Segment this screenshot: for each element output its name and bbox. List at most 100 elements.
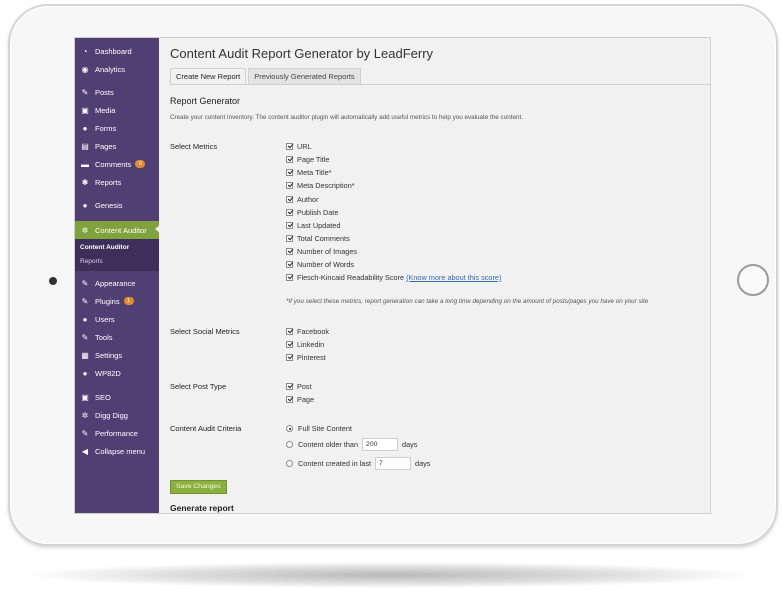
analytics-icon: ◉ [81,64,89,74]
sidebar-item-collapse-menu[interactable]: ◀ Collapse menu [75,443,159,459]
checkbox[interactable] [286,169,293,176]
comments-count-badge: 0 [135,160,146,168]
social-option[interactable]: Pinterest [286,352,326,363]
checkbox[interactable] [286,143,293,150]
radio-button[interactable] [286,440,293,448]
option-label: Meta Title* [297,168,332,177]
radio-button[interactable] [286,459,293,467]
checkbox[interactable] [286,328,293,335]
older-than-days-input[interactable]: 200 [362,437,399,451]
metric-option[interactable]: URL [286,141,312,152]
sidebar-item-label: Users [95,314,115,324]
criteria-older-than-option[interactable]: Content older than 200 days [286,437,417,451]
sidebar-item-digg-digg[interactable]: ✲ Digg Digg [75,407,159,423]
social-option[interactable]: Linkedin [286,339,324,350]
criteria-created-in-last-option[interactable]: Content created in last 7 days [286,456,430,470]
checkbox[interactable] [286,182,293,189]
gear-icon: ✲ [81,225,89,235]
sidebar-item-label: Reports [95,177,122,187]
sidebar-item-label: Dashboard [95,46,132,56]
sidebar-item-label: Analytics [95,64,126,74]
sidebar-item-analytics[interactable]: ◉ Analytics [75,61,159,77]
sidebar-item-reports[interactable]: ✱ Reports [75,174,159,190]
screen: ◔ Dashboard ◉ Analytics ✎ Posts ▣ Media ● For… [74,37,711,514]
tablet-shadow [30,562,750,588]
save-changes-button[interactable]: Save Changes [170,480,227,494]
checkbox[interactable] [286,383,293,390]
sidebar-item-seo[interactable]: ▣ SEO [75,389,159,405]
option-label: Content older than [298,439,359,449]
digg-icon: ✲ [81,410,89,420]
sidebar-item-tools[interactable]: ✎ Tools [75,329,159,345]
post-type-option[interactable]: Post [286,381,312,392]
performance-icon: ✎ [81,428,89,438]
option-label: Linkedin [297,340,325,349]
tab-create-new-report[interactable]: Create New Report [170,68,247,85]
option-label: Last Updated [297,221,341,230]
sidebar-item-media[interactable]: ▣ Media [75,102,159,118]
tab-previously-generated-reports[interactable]: Previously Generated Reports [248,68,361,85]
readability-info-link[interactable]: (Know more about this score) [406,273,501,282]
metric-option[interactable]: Author [286,194,319,205]
metric-option[interactable]: Publish Date [286,207,338,218]
option-label: Author [297,195,319,204]
sidebar-item-users[interactable]: ● Users [75,311,159,327]
criteria-full-site-option[interactable]: Full Site Content [286,423,352,434]
sidebar-item-forms[interactable]: ● Forms [75,120,159,136]
sidebar-item-wp82d[interactable]: ● WP82D [75,365,159,381]
sidebar-item-appearance[interactable]: ✎ Appearance [75,275,159,291]
sidebar-item-label: Media [95,105,116,115]
metric-option[interactable]: Meta Title* [286,167,331,178]
checkbox[interactable] [286,274,293,281]
radio-button[interactable] [286,425,293,432]
social-option[interactable]: Facebook [286,326,329,337]
checkbox[interactable] [286,235,293,242]
admin-sidebar: ◔ Dashboard ◉ Analytics ✎ Posts ▣ Media ● For… [75,38,160,513]
sidebar-item-performance[interactable]: ✎ Performance [75,425,159,441]
option-label: URL [297,142,312,151]
home-button[interactable] [737,264,769,296]
tools-icon: ✎ [81,332,89,342]
checkbox[interactable] [286,261,293,268]
created-in-last-days-input[interactable]: 7 [375,456,412,470]
sidebar-item-dashboard[interactable]: ◔ Dashboard [75,43,159,59]
submenu-item-reports[interactable]: Reports [80,258,103,265]
submenu-item-content-auditor[interactable]: Content Auditor [80,244,129,251]
metric-option[interactable]: Last Updated [286,220,340,231]
sidebar-item-settings[interactable]: ▦ Settings [75,347,159,363]
comments-icon: ▬ [81,159,89,169]
checkbox[interactable] [286,222,293,229]
sidebar-item-label: Tools [95,332,113,342]
plugins-count-badge: 1 [123,297,134,305]
sidebar-item-pages[interactable]: ▤ Pages [75,138,159,154]
sidebar-item-label: Collapse menu [95,446,146,456]
sidebar-item-plugins[interactable]: ✎ Plugins 1 [75,293,159,309]
reports-icon: ✱ [81,177,89,187]
tab-bar: Create New Report Previously Generated R… [170,68,363,85]
metric-option[interactable]: Total Comments [286,233,350,244]
metrics-note: *If you select these metrics, report gen… [286,298,649,305]
sidebar-item-genesis[interactable]: ● Genesis [75,197,159,213]
metric-option[interactable]: Number of Images [286,246,357,257]
metric-option[interactable]: Number of Words [286,259,354,270]
metric-option[interactable]: Flesch-Kincaid Readability Score (Know mo… [286,272,501,283]
checkbox[interactable] [286,196,293,203]
sidebar-item-content-auditor[interactable]: ✲ Content Auditor [75,221,160,239]
section-title: Report Generator [170,96,241,106]
checkbox[interactable] [286,396,293,403]
post-type-option[interactable]: Page [286,394,314,405]
sidebar-item-comments[interactable]: ▬ Comments 0 [75,156,159,172]
checkbox[interactable] [286,209,293,216]
checkbox[interactable] [286,248,293,255]
sidebar-item-posts[interactable]: ✎ Posts [75,84,159,100]
metric-option[interactable]: Page Title [286,154,329,165]
checkbox[interactable] [286,156,293,163]
option-label: Page Title [297,155,330,164]
option-label: Full Site Content [298,424,352,433]
option-label: Facebook [297,327,330,336]
settings-icon: ▦ [81,350,89,360]
option-label: Flesch-Kincaid Readability Score [297,273,405,282]
checkbox[interactable] [286,354,293,361]
metric-option[interactable]: Meta Description* [286,180,355,191]
checkbox[interactable] [286,341,293,348]
